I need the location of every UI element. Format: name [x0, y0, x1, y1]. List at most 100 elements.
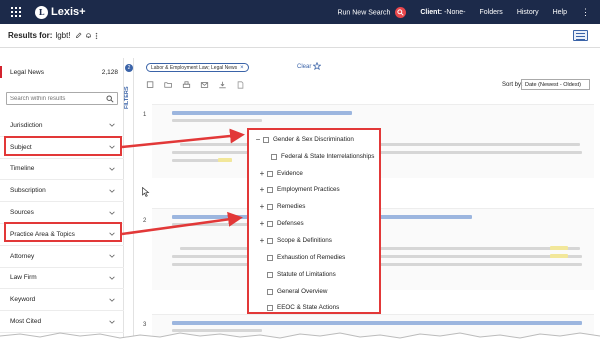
facet-label: Law Firm — [10, 274, 37, 282]
practice-area-highlight-box — [4, 222, 122, 242]
tree-checkbox[interactable] — [267, 170, 273, 177]
facet-jurisdiction[interactable]: Jurisdiction — [0, 115, 124, 137]
download-icon[interactable] — [218, 81, 227, 89]
tree-checkbox[interactable] — [267, 203, 273, 210]
tree-label: Exhaustion of Remedies — [277, 254, 346, 261]
document-icon[interactable] — [236, 81, 245, 89]
facet-attorney[interactable]: Attorney — [0, 246, 124, 268]
facet-sources[interactable]: Sources — [0, 202, 124, 224]
tree-checkbox[interactable] — [267, 186, 273, 193]
active-filter-chip[interactable]: Labor & Employment Law; Legal News × — [146, 63, 249, 72]
result-number: 3 — [143, 322, 147, 328]
tree-item-defenses[interactable]: + Defenses — [259, 218, 304, 229]
tree-item-statute-of-limitations[interactable]: Statute of Limitations — [259, 269, 336, 280]
search-within-icon[interactable] — [106, 95, 114, 103]
top-navigation-bar: L Lexis+ Run New Search Client: -None- F… — [0, 0, 600, 24]
chevron-down-icon — [109, 298, 115, 302]
mouse-cursor-icon — [142, 187, 150, 197]
search-term-highlight — [550, 254, 568, 258]
content-type-legal-news[interactable]: Legal News 2,128 — [0, 66, 124, 78]
facet-label: Jurisdiction — [10, 121, 43, 129]
run-new-search-label: Run New Search — [337, 8, 391, 16]
tree-item-employment-practices[interactable]: + Employment Practices — [259, 184, 340, 195]
facet-label: Timeline — [10, 165, 35, 173]
tree-item-federal-state[interactable]: Federal & State Interrelationships — [263, 151, 374, 162]
alert-bell-icon[interactable] — [85, 32, 92, 39]
tree-item-eeoc-state-actions[interactable]: EEOC & State Actions — [259, 302, 339, 313]
collapse-toggle[interactable]: − — [255, 135, 261, 144]
tree-checkbox[interactable] — [267, 288, 273, 295]
edit-pencil-icon[interactable] — [75, 32, 82, 39]
facet-timeline[interactable]: Timeline — [0, 159, 124, 181]
expand-toggle[interactable]: + — [259, 202, 265, 211]
search-within-input[interactable] — [6, 92, 118, 105]
tree-item-scope-definitions[interactable]: + Scope & Definitions — [259, 235, 332, 246]
result-number: 2 — [143, 218, 147, 224]
tree-checkbox[interactable] — [267, 220, 273, 227]
chevron-down-icon — [109, 320, 115, 324]
nav-history[interactable]: History — [517, 9, 539, 16]
sort-by-select[interactable]: Date (Newest - Oldest) — [521, 79, 590, 90]
more-menu-icon[interactable]: ⋮ — [581, 7, 590, 18]
tree-label: Defenses — [277, 220, 304, 227]
chevron-down-icon — [109, 254, 115, 258]
result-number: 1 — [143, 112, 147, 118]
folder-icon[interactable] — [164, 81, 173, 89]
left-filter-panel: Legal News 2,128 Jurisdiction Subject Ti… — [0, 58, 124, 344]
sort-by-value: Date (Newest - Oldest) — [525, 81, 581, 88]
clear-filters-link[interactable]: Clear — [297, 64, 311, 70]
facet-law-firm[interactable]: Law Firm — [0, 268, 124, 290]
tree-label: EEOC & State Actions — [277, 304, 340, 311]
tree-checkbox[interactable] — [267, 271, 273, 278]
results-query: lgbt! — [55, 31, 71, 40]
tree-label: Evidence — [277, 170, 303, 177]
sort-by-label: Sort by: — [502, 82, 523, 88]
lexis-logo[interactable]: L Lexis+ — [35, 5, 86, 19]
remove-filter-icon[interactable]: × — [240, 65, 244, 71]
client-selector[interactable]: Client: -None- — [420, 9, 465, 16]
chevron-down-icon — [109, 276, 115, 280]
tree-label: General Overview — [277, 288, 328, 295]
facet-keyword[interactable]: Keyword — [0, 289, 124, 312]
tree-checkbox[interactable] — [271, 153, 277, 160]
email-icon[interactable] — [200, 81, 209, 89]
tree-item-general-overview[interactable]: General Overview — [259, 286, 327, 297]
tree-label: Statute of Limitations — [277, 271, 336, 278]
expand-toggle[interactable]: + — [259, 219, 265, 228]
print-icon[interactable] — [182, 81, 191, 89]
facet-label: Most Cited — [10, 318, 42, 326]
top-nav: Run New Search Client: -None- Folders Hi… — [337, 0, 600, 24]
list-view-toggle-icon[interactable] — [573, 30, 588, 41]
facet-label: Sources — [10, 209, 34, 217]
app-grid-icon[interactable] — [11, 7, 21, 17]
overflow-dots-icon[interactable] — [95, 32, 98, 40]
filters-rail-label: FILTERS — [124, 86, 130, 110]
tree-checkbox[interactable] — [263, 136, 269, 143]
expand-toggle[interactable]: + — [259, 236, 265, 245]
tree-item-evidence[interactable]: + Evidence — [259, 168, 303, 179]
nav-help[interactable]: Help — [553, 9, 567, 16]
client-label: Client: — [420, 8, 443, 16]
expand-toggle[interactable]: + — [259, 169, 265, 178]
facet-label: Attorney — [10, 252, 35, 260]
tree-item-exhaustion-of-remedies[interactable]: Exhaustion of Remedies — [259, 252, 345, 263]
expand-toggle[interactable]: + — [259, 185, 265, 194]
lexis-logo-mark: L — [35, 5, 48, 19]
chevron-down-icon — [109, 167, 115, 171]
nav-folders[interactable]: Folders — [479, 9, 502, 16]
favorite-star-icon[interactable] — [313, 62, 321, 70]
filters-rail[interactable]: 2 FILTERS — [124, 58, 134, 344]
tree-checkbox[interactable] — [267, 304, 273, 311]
result-title[interactable] — [172, 321, 582, 325]
tree-item-gender-sex-discrimination[interactable]: − Gender & Sex Discrimination — [255, 134, 354, 145]
facet-label: Keyword — [10, 296, 36, 304]
tree-item-remedies[interactable]: + Remedies — [259, 201, 306, 212]
run-new-search-button[interactable]: Run New Search — [337, 6, 407, 18]
facet-subscription[interactable]: Subscription — [0, 180, 124, 203]
tree-checkbox[interactable] — [267, 254, 273, 261]
result-title[interactable] — [172, 111, 352, 115]
lexis-logo-text: Lexis+ — [51, 6, 86, 18]
select-all-checkbox[interactable] — [146, 81, 155, 89]
search-icon[interactable] — [395, 6, 407, 18]
tree-checkbox[interactable] — [267, 237, 273, 244]
